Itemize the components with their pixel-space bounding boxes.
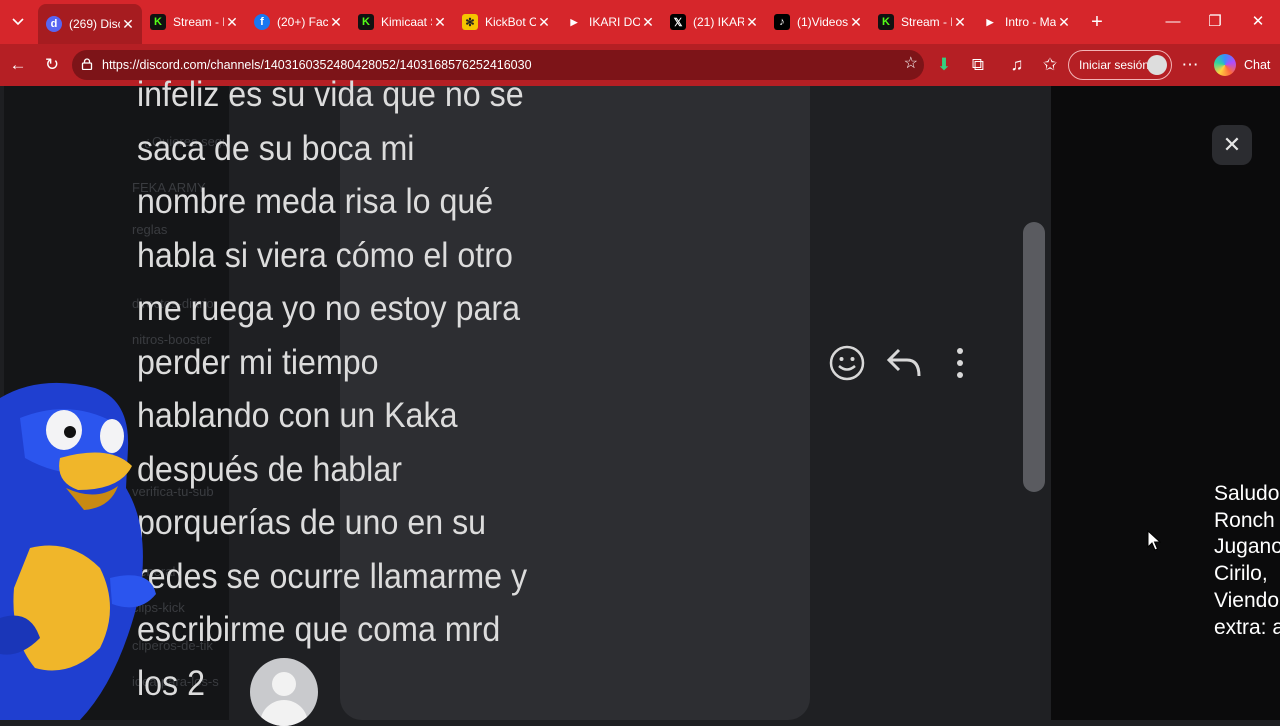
sign-in-button[interactable]: Iniciar sesión — [1068, 50, 1172, 80]
tab-facebook[interactable]: f (20+) Face ✕ — [246, 6, 350, 38]
message-line: hablando con un Kaka — [137, 396, 458, 435]
tab-close-icon[interactable]: ✕ — [224, 14, 240, 31]
emoji-reaction-icon[interactable] — [827, 342, 867, 384]
kick-icon: K — [358, 14, 374, 30]
tab-close-icon[interactable]: ✕ — [536, 14, 552, 31]
sign-in-label: Iniciar sesión — [1079, 58, 1150, 72]
extensions-puzzle-icon[interactable]: ⧉ — [966, 53, 990, 77]
tab-title: Intro - Ma — [1005, 15, 1056, 29]
media-control-icon[interactable]: ♫ — [1005, 53, 1029, 77]
more-options-kebab-icon[interactable] — [940, 342, 980, 384]
tab-title: (1)Videos — [797, 15, 848, 29]
download-arrow-icon[interactable]: ⬇ — [932, 53, 956, 77]
chat-label: Chat — [1244, 58, 1271, 72]
window-close-icon[interactable]: ✕ — [1243, 10, 1273, 34]
favorite-star-icon[interactable]: ☆ — [904, 53, 918, 73]
message-line: nombre meda risa lo qué — [137, 182, 494, 221]
tab-title: Stream - K — [901, 15, 952, 29]
overlay-line: Cirilo, — [1214, 562, 1268, 586]
overlay-line: extra: a — [1214, 615, 1280, 639]
favorites-icon[interactable]: ✩ — [1038, 53, 1062, 77]
kick-icon: K — [878, 14, 894, 30]
tab-title: (269) Disc — [69, 17, 120, 31]
overlay-line: Jugano — [1214, 535, 1280, 559]
message-line: porquerías de uno en su — [137, 503, 487, 542]
overlay-line: Ronch — [1214, 508, 1275, 532]
reload-icon[interactable]: ↻ — [40, 53, 64, 77]
message-line: infeliz es su vida que no se — [137, 75, 524, 114]
tab-discord[interactable]: d (269) Disc ✕ — [38, 4, 142, 44]
play-icon: ▶ — [986, 16, 994, 27]
scrollbar-thumb[interactable] — [1023, 222, 1045, 492]
tab-title: (20+) Face — [277, 15, 328, 29]
message-line: escribirme que coma mrd — [137, 610, 501, 649]
tab-title: (21) IKARI — [693, 15, 744, 29]
tab-x-ikari[interactable]: 𝕏 (21) IKARI ✕ — [662, 6, 766, 38]
overlay-line: Viendo — [1214, 588, 1280, 612]
message-line: después de hablar — [137, 449, 402, 489]
copilot-chat-button[interactable]: Chat — [1214, 53, 1270, 77]
tab-kimicaat[interactable]: K Kimicaat S ✕ — [350, 6, 454, 38]
message-line: los 2 — [137, 663, 206, 703]
tab-close-icon[interactable]: ✕ — [848, 14, 864, 31]
tab-stream-kick-2[interactable]: K Stream - K ✕ — [870, 6, 974, 38]
tab-close-icon[interactable]: ✕ — [1056, 14, 1072, 31]
profile-avatar-icon — [1147, 55, 1167, 75]
mouse-cursor-icon — [1147, 530, 1161, 551]
tab-close-icon[interactable]: ✕ — [744, 14, 760, 31]
tab-title: Kimicaat S — [381, 15, 432, 29]
minimize-icon[interactable]: — — [1158, 10, 1188, 34]
tab-close-icon[interactable]: ✕ — [432, 14, 448, 31]
overlay-line: Saludo — [1214, 482, 1280, 505]
tiktok-icon: ♪ — [774, 14, 790, 30]
tab-actions-chevron-icon[interactable] — [0, 0, 36, 44]
tab-kickbot[interactable]: ✻ KickBot Cl ✕ — [454, 6, 558, 38]
browser-tab-strip: d (269) Disc ✕ K Stream - K ✕ f (20+) Fa… — [0, 0, 1280, 44]
new-tab-plus-icon[interactable]: + — [1086, 10, 1108, 34]
tab-intro[interactable]: ▶ Intro - Ma ✕ — [974, 6, 1078, 38]
message-line: redes se ocurre llamarme y — [137, 556, 528, 596]
back-arrow-icon[interactable]: ← — [6, 53, 30, 77]
user-avatar[interactable] — [250, 658, 318, 726]
tab-close-icon[interactable]: ✕ — [120, 16, 136, 33]
tab-title: KickBot Cl — [485, 15, 536, 29]
copilot-icon — [1214, 54, 1236, 76]
tab-close-icon[interactable]: ✕ — [328, 14, 344, 31]
message-line: habla si viera cómo el otro — [137, 235, 513, 275]
tab-title: IKARI DOT — [589, 15, 640, 29]
maximize-icon[interactable]: ❐ — [1200, 10, 1230, 34]
message-text: infeliz es su vida que no se saca de su … — [137, 68, 560, 710]
tab-stream-kick[interactable]: K Stream - K ✕ — [142, 6, 246, 38]
lock-icon — [81, 58, 93, 70]
kick-icon: K — [150, 14, 166, 30]
tab-close-icon[interactable]: ✕ — [952, 14, 968, 31]
tab-tiktok[interactable]: ♪ (1)Videos ✕ — [766, 6, 870, 38]
stream-overlay-text: Saludo Ronch Jugano Cirilo, Viendo extra… — [1214, 481, 1280, 641]
tab-close-icon[interactable]: ✕ — [640, 14, 656, 31]
x-logo-icon: 𝕏 — [670, 14, 686, 30]
streamer-mascot-bird — [0, 382, 156, 720]
tab-ikari-dot[interactable]: ▶ IKARI DOT ✕ — [558, 6, 662, 38]
message-line: saca de su boca mi — [137, 128, 415, 168]
discord-icon: d — [46, 16, 62, 32]
page-content: ¿Quieres seguir FEKA ARMY reglas directo… — [4, 75, 1280, 726]
reply-arrow-icon[interactable] — [884, 342, 924, 384]
tab-title: Stream - K — [173, 15, 224, 29]
kickbot-icon: ✻ — [462, 14, 478, 30]
close-viewer-icon[interactable]: ✕ — [1212, 125, 1252, 165]
facebook-icon: f — [254, 14, 270, 30]
message-line: perder mi tiempo — [137, 342, 379, 382]
play-icon: ▶ — [570, 16, 578, 27]
message-line: me ruega yo no estoy para — [137, 289, 521, 328]
more-menu-icon[interactable]: ⋯ — [1178, 53, 1202, 77]
